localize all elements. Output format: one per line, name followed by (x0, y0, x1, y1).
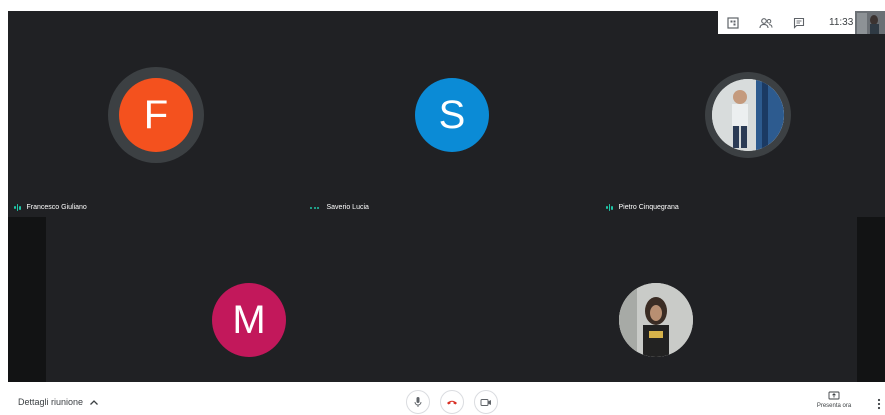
hang-up-icon (447, 400, 457, 405)
avatar-pietro-photo (712, 79, 784, 151)
participant-name: Francesco Giuliano (26, 204, 87, 211)
chevron-up-icon (90, 399, 99, 405)
avatar-m: M (212, 283, 286, 357)
participants-icon[interactable] (759, 16, 773, 30)
present-now-button[interactable]: Presenta ora (812, 391, 856, 409)
avatar-francesco: F (119, 78, 193, 152)
meeting-details-button[interactable]: Dettagli riunione (18, 397, 99, 407)
participant-label: Francesco Giuliano (14, 204, 87, 211)
meeting-topbar: 11:33 (718, 11, 885, 34)
avatar-saverio: S (415, 78, 489, 152)
microphone-button[interactable] (406, 390, 430, 414)
audio-level-icon (606, 204, 614, 211)
video-grid (8, 11, 885, 382)
more-vert-icon (877, 398, 881, 410)
clock-time: 11:33 (829, 17, 854, 28)
camera-icon (480, 398, 491, 406)
tile-divider-left (8, 217, 46, 382)
avatar-participant-photo (619, 283, 693, 357)
audio-level-icon (14, 204, 22, 211)
chat-icon[interactable] (792, 16, 806, 30)
tile-divider-right (857, 217, 885, 382)
end-call-button[interactable] (440, 390, 464, 414)
present-screen-icon (828, 391, 840, 400)
participant-name: Saverio Lucia (326, 204, 369, 211)
audio-idle-icon (310, 206, 321, 209)
person-photo-icon (619, 283, 693, 357)
more-options-button[interactable] (877, 397, 881, 415)
meeting-grid-icon[interactable] (726, 16, 740, 30)
participant-label: Saverio Lucia (310, 204, 369, 211)
meeting-details-label: Dettagli riunione (18, 397, 84, 407)
person-photo-icon (712, 79, 784, 151)
self-view-thumbnail[interactable] (855, 11, 885, 34)
microphone-icon (414, 397, 422, 407)
participant-label: Pietro Cinquegrana (606, 204, 679, 211)
present-now-label: Presenta ora (816, 403, 852, 409)
control-bar: Dettagli riunione Presenta ora (0, 382, 885, 414)
participant-name: Pietro Cinquegrana (618, 204, 679, 211)
camera-button[interactable] (474, 390, 498, 414)
